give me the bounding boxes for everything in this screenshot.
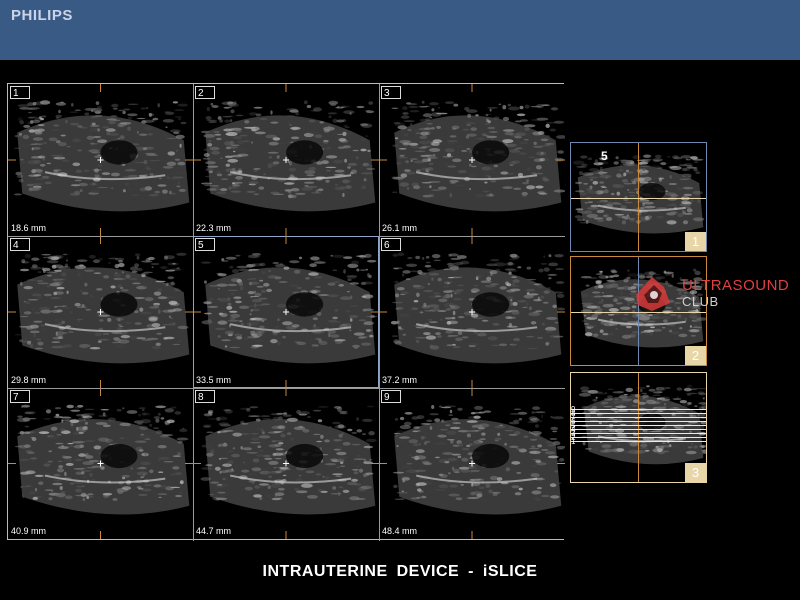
slice-plane-line	[571, 417, 706, 418]
slice-depth: 40.9 mm	[11, 526, 47, 536]
reference-view-1[interactable]: 5 1	[570, 142, 707, 252]
slice-plane-line	[571, 409, 706, 410]
ultrasound-club-logo-icon	[636, 277, 670, 311]
slice-plane-label: 1	[571, 437, 576, 446]
slice-tile-9[interactable]: 9 48.4 mm	[379, 388, 565, 539]
slice-tile-7[interactable]: 7 40.9 mm	[8, 388, 193, 539]
slice-depth: 37.2 mm	[382, 375, 418, 385]
plane-line-vertical	[638, 143, 639, 251]
plane-line-vertical	[638, 373, 639, 482]
slice-plane-line	[571, 437, 706, 438]
view-badge[interactable]: 1	[685, 232, 706, 251]
reference-view-3[interactable]: 987654321 3	[570, 372, 707, 483]
slice-number: 9	[381, 390, 401, 403]
slice-depth: 29.8 mm	[11, 375, 47, 385]
slice-tile-3[interactable]: 3 26.1 mm	[379, 84, 565, 236]
view-badge[interactable]: 2	[685, 346, 706, 365]
slice-plane-line	[571, 413, 706, 414]
grid-divider	[379, 84, 380, 541]
slice-depth: 33.5 mm	[196, 375, 232, 385]
slice-tile-2[interactable]: 2 22.3 mm	[193, 84, 379, 236]
slice-depth: 22.3 mm	[196, 223, 232, 233]
slice-number: 4	[10, 238, 30, 251]
view-badge[interactable]: 3	[685, 463, 706, 482]
slice-tile-5[interactable]: 5 33.5 mm	[193, 236, 379, 388]
plane-line-horizontal	[571, 198, 706, 199]
slice-plane-line	[571, 425, 706, 426]
grid-divider	[8, 388, 565, 389]
slice-depth: 18.6 mm	[11, 223, 47, 233]
slice-number: 2	[195, 86, 215, 99]
ultrasound-image	[193, 388, 379, 539]
top-banner: PHILIPS	[0, 0, 800, 60]
watermark-line-2: CLUB	[682, 294, 719, 309]
ultrasound-image	[379, 84, 565, 236]
brand-logo: PHILIPS	[11, 7, 73, 24]
ultrasound-image	[193, 84, 379, 236]
slice-tile-8[interactable]: 8 44.7 mm	[193, 388, 379, 539]
slice-label: 5	[601, 149, 608, 163]
ultrasound-image	[8, 84, 193, 236]
ultrasound-image	[379, 388, 565, 539]
slice-number: 7	[10, 390, 30, 403]
slice-depth: 48.4 mm	[382, 526, 418, 536]
islice-grid: 1 18.6 mm 2 22.3 mm 3 26.1 mm 4 29.8 mm …	[7, 83, 565, 541]
slice-plane-line	[571, 421, 706, 422]
slice-tile-6[interactable]: 6 37.2 mm	[379, 236, 565, 388]
ultrasound-image	[8, 236, 193, 388]
slice-number: 6	[381, 238, 401, 251]
slice-tile-1[interactable]: 1 18.6 mm	[8, 84, 193, 236]
watermark-line-1: ULTRASOUND	[682, 277, 790, 294]
ultrasound-image	[193, 236, 379, 388]
slice-number: 5	[195, 238, 215, 251]
ultrasound-club-watermark: ULTRASOUND CLUB	[630, 273, 795, 313]
ultrasound-image	[8, 388, 193, 539]
slice-depth: 26.1 mm	[382, 223, 418, 233]
image-caption: INTRAUTERINE DEVICE - iSLICE	[262, 563, 538, 580]
slice-number: 8	[195, 390, 215, 403]
slice-plane-line	[571, 429, 706, 430]
slice-plane-line	[571, 441, 706, 442]
slice-plane-line	[571, 433, 706, 434]
slice-tile-4[interactable]: 4 29.8 mm	[8, 236, 193, 388]
ultrasound-image	[379, 236, 565, 388]
slice-depth: 44.7 mm	[196, 526, 232, 536]
slice-number: 3	[381, 86, 401, 99]
slice-number: 1	[10, 86, 30, 99]
